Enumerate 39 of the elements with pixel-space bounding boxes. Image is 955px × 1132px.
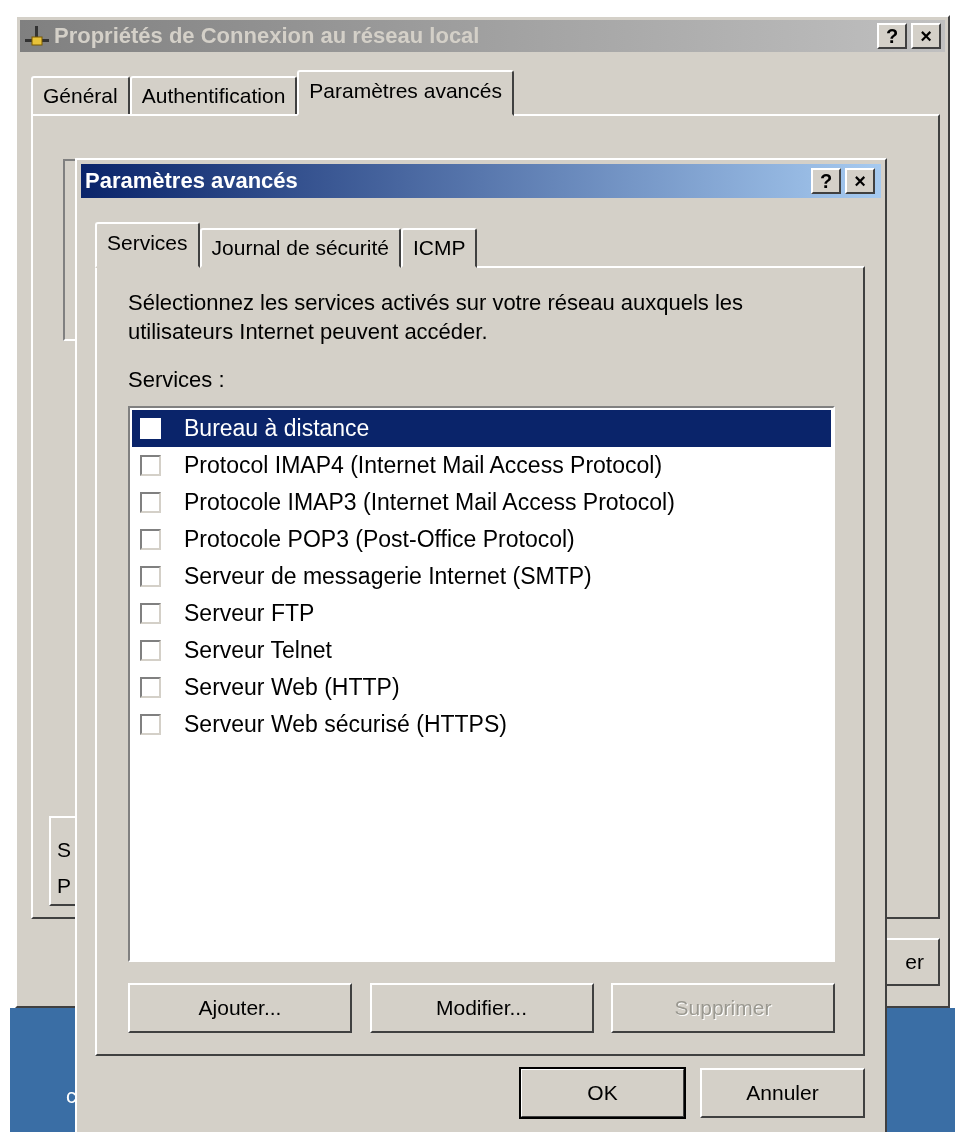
- list-item[interactable]: Serveur Telnet: [132, 632, 831, 669]
- tab[interactable]: Authentification: [129, 76, 298, 116]
- tab[interactable]: ICMP: [400, 228, 478, 268]
- list-item[interactable]: Serveur Web (HTTP): [132, 669, 831, 706]
- list-item[interactable]: Serveur FTP: [132, 595, 831, 632]
- list-item[interactable]: Protocole IMAP3 (Internet Mail Access Protocol): [132, 484, 831, 521]
- button[interactable]: OK: [520, 1068, 685, 1118]
- list-item[interactable]: Serveur Web sécurisé (HTTPS): [132, 706, 831, 743]
- dialog-title: Paramètres avancés: [85, 168, 299, 194]
- list-label: Services :: [128, 367, 226, 393]
- close-button[interactable]: ×: [911, 23, 941, 49]
- tab[interactable]: Général: [31, 76, 130, 116]
- checkbox[interactable]: [140, 455, 161, 476]
- button[interactable]: Annuler: [700, 1068, 865, 1118]
- help-button[interactable]: ?: [811, 168, 841, 194]
- list-item[interactable]: Protocole POP3 (Post-Office Protocol): [132, 521, 831, 558]
- list-item[interactable]: Protocol IMAP4 (Internet Mail Access Protocol): [132, 447, 831, 484]
- description-text: Sélectionnez les services activés sur votre réseau auxquels les utilisateurs Internet peuvent accéder.: [128, 289, 745, 346]
- checkbox[interactable]: [140, 714, 161, 735]
- button[interactable]: Ajouter...: [128, 983, 352, 1033]
- button[interactable]: Modifier...: [369, 983, 594, 1033]
- checkbox[interactable]: [140, 603, 161, 624]
- checkbox[interactable]: [140, 492, 161, 513]
- checkbox[interactable]: [140, 677, 161, 698]
- list-item[interactable]: Bureau à distance: [132, 410, 831, 447]
- checkbox[interactable]: [140, 566, 161, 587]
- help-button[interactable]: ?: [877, 23, 907, 49]
- window-title: Propriétés de Connexion au réseau local: [54, 23, 481, 49]
- tab[interactable]: Services: [95, 222, 200, 268]
- label-text: S: [57, 837, 71, 863]
- list-item[interactable]: Serveur de messagerie Internet (SMTP): [132, 558, 831, 595]
- checkbox[interactable]: [140, 529, 161, 550]
- label-text: P: [57, 873, 71, 899]
- tab[interactable]: Journal de sécurité: [199, 228, 401, 268]
- close-button[interactable]: ×: [845, 168, 875, 194]
- tab[interactable]: Paramètres avancés: [297, 70, 514, 116]
- checkbox[interactable]: [140, 640, 161, 661]
- network-icon: [24, 25, 50, 47]
- desktop-label: c: [66, 1084, 77, 1108]
